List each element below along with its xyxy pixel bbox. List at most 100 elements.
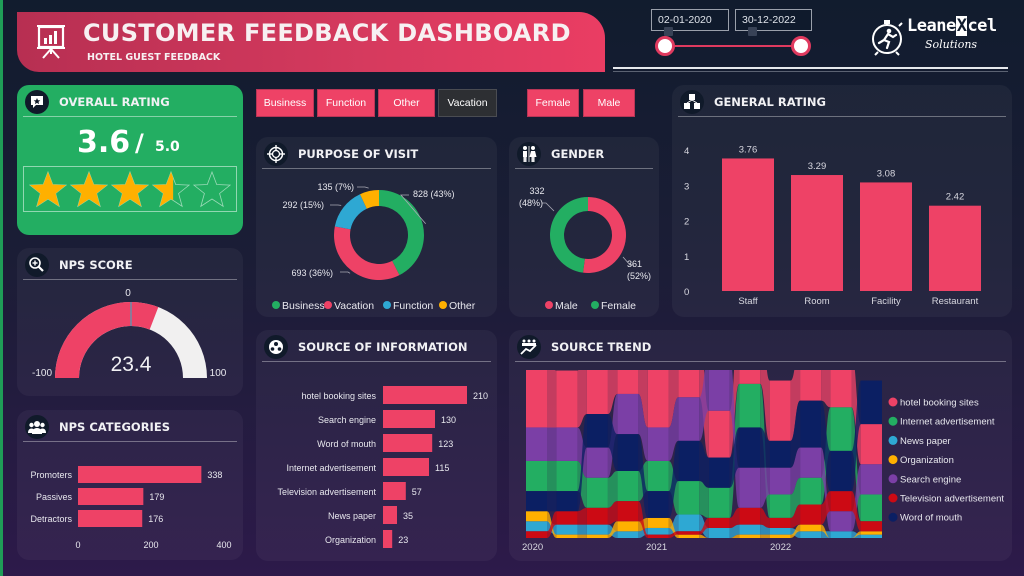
trend-legend-item[interactable]: Search engine: [900, 474, 961, 485]
ribbon-column[interactable]: [800, 447, 822, 478]
ribbon-column[interactable]: [586, 477, 608, 508]
ribbon-column[interactable]: [556, 460, 578, 492]
source-bar[interactable]: [383, 386, 467, 404]
nps-category-bar[interactable]: [78, 510, 143, 527]
trend-legend-item[interactable]: Organization: [900, 455, 954, 466]
purpose-slice-function[interactable]: [334, 194, 367, 230]
ribbon-column[interactable]: [647, 534, 669, 538]
general-rating-bar-restaurant[interactable]: [929, 205, 981, 291]
filter-purpose-vacation[interactable]: Vacation: [438, 89, 497, 117]
ribbon-column[interactable]: [830, 450, 852, 492]
ribbon-column[interactable]: [678, 370, 700, 398]
trend-legend-item[interactable]: hotel booking sites: [900, 398, 979, 409]
source-bar[interactable]: [383, 506, 397, 524]
ribbon-column[interactable]: [739, 427, 761, 468]
gender-slice-male[interactable]: [583, 197, 626, 273]
nps-category-bar[interactable]: [78, 466, 202, 483]
ribbon-column[interactable]: [769, 494, 791, 518]
start-date-input[interactable]: 02-01-2020: [651, 9, 729, 36]
ribbon-column[interactable]: [678, 397, 700, 441]
ribbon-column[interactable]: [861, 534, 882, 538]
date-range-track[interactable]: [665, 45, 801, 47]
purpose-legend-item[interactable]: Function: [393, 300, 433, 312]
ribbon-column[interactable]: [739, 507, 761, 525]
source-bar[interactable]: [383, 434, 433, 452]
ribbon-column[interactable]: [861, 380, 882, 425]
ribbon-column[interactable]: [739, 534, 761, 538]
filter-purpose-function[interactable]: Function: [317, 89, 375, 117]
filter-gender-female[interactable]: Female: [527, 89, 579, 117]
gender-legend-item[interactable]: Male: [555, 300, 578, 312]
ribbon-column[interactable]: [678, 514, 700, 532]
ribbon-column[interactable]: [526, 427, 547, 461]
ribbon-column[interactable]: [830, 407, 852, 451]
ribbon-column[interactable]: [647, 517, 669, 528]
filter-purpose-other[interactable]: Other: [378, 89, 435, 117]
ribbon-column[interactable]: [861, 424, 882, 465]
date-range-end-handle[interactable]: [791, 36, 811, 56]
ribbon-column[interactable]: [769, 517, 791, 528]
ribbon-column[interactable]: [769, 527, 791, 535]
trend-legend-item[interactable]: Television advertisement: [900, 494, 1004, 505]
nps-category-bar[interactable]: [78, 488, 144, 505]
ribbon-column[interactable]: [526, 370, 547, 428]
ribbon-column[interactable]: [800, 400, 822, 448]
source-bar[interactable]: [383, 410, 435, 428]
ribbon-column[interactable]: [708, 527, 730, 538]
ribbon-column[interactable]: [830, 491, 852, 512]
ribbon-column[interactable]: [647, 527, 669, 535]
ribbon-column[interactable]: [861, 521, 882, 532]
ribbon-column[interactable]: [617, 521, 639, 532]
filter-gender-male[interactable]: Male: [583, 89, 635, 117]
ribbon-column[interactable]: [708, 370, 730, 411]
ribbon-column[interactable]: [830, 531, 852, 538]
ribbon-column[interactable]: [556, 370, 578, 428]
ribbon-column[interactable]: [800, 504, 822, 525]
source-bar[interactable]: [383, 530, 393, 548]
ribbon-column[interactable]: [647, 370, 669, 428]
ribbon-column[interactable]: [556, 491, 578, 512]
ribbon-column[interactable]: [556, 511, 578, 525]
ribbon-column[interactable]: [769, 380, 791, 441]
ribbon-column[interactable]: [739, 383, 761, 428]
date-range-start-handle[interactable]: [655, 36, 675, 56]
filter-purpose-business[interactable]: Business: [256, 89, 314, 117]
source-bar[interactable]: [383, 482, 406, 500]
ribbon-column[interactable]: [861, 464, 882, 495]
ribbon-column[interactable]: [586, 534, 608, 538]
ribbon-column[interactable]: [556, 534, 578, 538]
general-rating-bar-staff[interactable]: [722, 158, 774, 291]
ribbon-column[interactable]: [739, 524, 761, 535]
purpose-legend-item[interactable]: Other: [449, 300, 476, 312]
ribbon-column[interactable]: [739, 370, 761, 384]
ribbon-column[interactable]: [526, 460, 547, 492]
ribbon-column[interactable]: [556, 524, 578, 535]
trend-legend-item[interactable]: Internet advertisement: [900, 417, 995, 428]
source-bar[interactable]: [383, 458, 429, 476]
ribbon-column[interactable]: [617, 434, 639, 471]
ribbon-column[interactable]: [861, 531, 882, 535]
ribbon-column[interactable]: [708, 457, 730, 488]
ribbon-column[interactable]: [739, 467, 761, 508]
calendar-icon[interactable]: [664, 27, 673, 36]
ribbon-column[interactable]: [678, 440, 700, 482]
end-date-input[interactable]: 30-12-2022: [735, 9, 812, 36]
ribbon-column[interactable]: [586, 524, 608, 535]
ribbon-column[interactable]: [830, 370, 852, 408]
ribbon-column[interactable]: [830, 511, 852, 532]
purpose-legend-item[interactable]: Business: [282, 300, 325, 312]
ribbon-column[interactable]: [617, 531, 639, 538]
ribbon-column[interactable]: [617, 501, 639, 522]
ribbon-column[interactable]: [861, 494, 882, 522]
ribbon-column[interactable]: [586, 414, 608, 448]
ribbon-column[interactable]: [526, 491, 547, 512]
ribbon-column[interactable]: [586, 507, 608, 525]
calendar-icon[interactable]: [748, 27, 757, 36]
ribbon-column[interactable]: [647, 460, 669, 492]
ribbon-column[interactable]: [617, 393, 639, 435]
ribbon-column[interactable]: [647, 491, 669, 518]
ribbon-column[interactable]: [617, 471, 639, 502]
trend-legend-item[interactable]: News paper: [900, 436, 951, 447]
ribbon-column[interactable]: [708, 410, 730, 458]
trend-legend-item[interactable]: Word of mouth: [900, 513, 962, 524]
